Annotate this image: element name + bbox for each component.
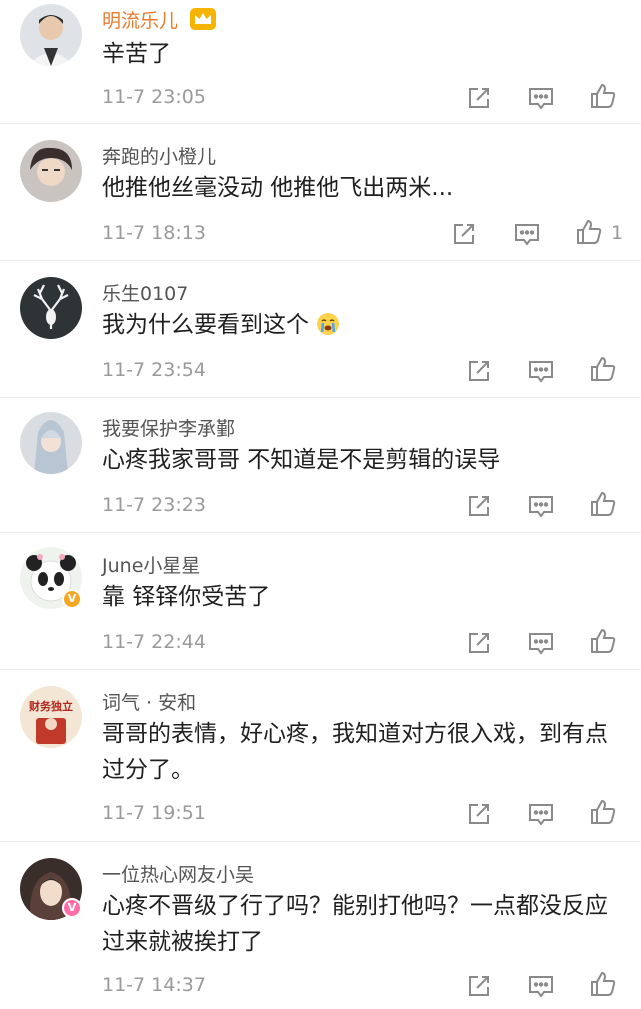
comment-icon[interactable] — [527, 629, 555, 657]
avatar[interactable]: 财务独立 — [20, 686, 82, 748]
timestamp: 11-7 22:44 — [102, 631, 206, 653]
comment-item: 明流乐儿 辛苦了 11-7 23:05 — [0, 0, 641, 124]
thumbs-up-icon[interactable] — [589, 490, 617, 518]
username[interactable]: 明流乐儿 — [102, 6, 217, 35]
username[interactable]: 一位热心网友小吴 — [102, 860, 254, 887]
thumbs-up-icon[interactable] — [589, 627, 617, 655]
avatar[interactable] — [20, 412, 82, 474]
avatar[interactable] — [20, 277, 82, 339]
share-icon[interactable] — [465, 84, 493, 112]
comment-text: 心疼不晋级了行了吗？能别打他吗？一点都没反应过来就被挨打了 — [102, 893, 608, 955]
comment-item: 奔跑的小橙儿 他推他丝毫没动 他推他飞出两米... 11-7 18:13 1 — [0, 124, 641, 261]
v-badge-icon: V — [62, 898, 82, 918]
comment-item: 我要保护李承鄞 心疼我家哥哥 不知道是不是剪辑的误导 11-7 23:23 — [0, 398, 641, 533]
comment-text: 我为什么要看到这个 — [102, 307, 617, 347]
comment-icon[interactable] — [527, 357, 555, 385]
comment-item: V 一位热心网友小吴 心疼不晋级了行了吗？能别打他吗？一点都没反应过来就被挨打了… — [0, 842, 641, 1009]
comment-icon[interactable] — [513, 220, 541, 248]
comment-text: 哥哥的表情，好心疼，我知道对方很入戏，到有点过分了。 — [102, 721, 608, 783]
share-icon[interactable] — [465, 629, 493, 657]
share-icon[interactable] — [465, 972, 493, 1000]
comment-text: 他推他丝毫没动 他推他飞出两米... — [102, 175, 454, 201]
timestamp: 11-7 19:51 — [102, 802, 206, 824]
comment-icon[interactable] — [527, 492, 555, 520]
thumbs-up-icon[interactable] — [575, 218, 603, 246]
v-badge-icon: V — [62, 589, 82, 609]
timestamp: 11-7 23:54 — [102, 359, 206, 381]
thumbs-up-icon[interactable] — [589, 798, 617, 826]
thumbs-up-icon[interactable] — [589, 82, 617, 110]
avatar[interactable] — [20, 140, 82, 202]
username[interactable]: 奔跑的小橙儿 — [102, 142, 216, 169]
comment-icon[interactable] — [527, 972, 555, 1000]
thumbs-up-icon[interactable] — [589, 970, 617, 998]
share-icon[interactable] — [450, 220, 478, 248]
share-icon[interactable] — [465, 492, 493, 520]
comment-item: 乐生0107 我为什么要看到这个 11-7 23:54 — [0, 261, 641, 398]
timestamp: 11-7 18:13 — [102, 222, 206, 244]
username[interactable]: 词气 · 安和 — [102, 688, 196, 715]
thumbs-up-icon[interactable] — [589, 355, 617, 383]
comment-text: 辛苦了 — [102, 41, 171, 67]
username[interactable]: 乐生0107 — [102, 279, 188, 306]
username[interactable]: 我要保护李承鄞 — [102, 414, 235, 441]
share-icon[interactable] — [465, 357, 493, 385]
username[interactable]: June小星星 — [102, 551, 200, 578]
timestamp: 11-7 23:23 — [102, 494, 206, 516]
comment-item: 财务独立 词气 · 安和 哥哥的表情，好心疼，我知道对方很入戏，到有点过分了。 … — [0, 670, 641, 842]
timestamp: 11-7 23:05 — [102, 86, 206, 108]
comment-text: 靠 铎铎你受苦了 — [102, 584, 271, 610]
comment-text: 心疼我家哥哥 不知道是不是剪辑的误导 — [102, 447, 501, 473]
comment-icon[interactable] — [527, 800, 555, 828]
timestamp: 11-7 14:37 — [102, 974, 206, 996]
crying-emoji-icon — [316, 311, 340, 347]
avatar-text: 财务独立 — [28, 699, 73, 713]
crown-icon — [190, 8, 217, 35]
avatar[interactable] — [20, 4, 82, 66]
comment-item: V June小星星 靠 铎铎你受苦了 11-7 22:44 — [0, 533, 641, 670]
share-icon[interactable] — [465, 800, 493, 828]
like-count: 1 — [611, 222, 624, 244]
comment-icon[interactable] — [527, 84, 555, 112]
